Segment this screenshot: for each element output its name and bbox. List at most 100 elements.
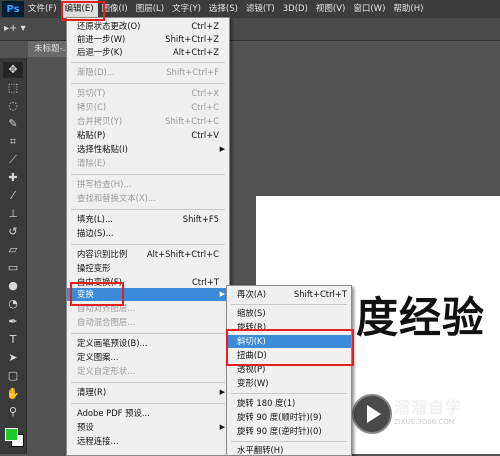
menu-item-label: 远程连接... (77, 436, 119, 446)
menu-item-shortcut: Ctrl+V (191, 130, 219, 140)
menu-view[interactable]: 视图(V) (312, 0, 349, 18)
menubar: Ps 文件(F) 编辑(E) 图像(I) 图层(L) 文字(Y) 选择(S) 滤… (0, 0, 500, 18)
menu-item-clear[interactable]: 清除(E) (67, 157, 229, 170)
menu-item-warp[interactable]: 变形(W) (227, 377, 351, 390)
menu-item-purge[interactable]: 清理(R) ▶ (67, 386, 229, 399)
menu-item-rotate-180[interactable]: 旋转 180 度(1) (227, 397, 351, 410)
menu-item-step-backward[interactable]: 后退一步(K) Alt+Ctrl+Z (67, 46, 229, 59)
menu-item-undo[interactable]: 还原状态更改(O) Ctrl+Z (67, 20, 229, 33)
submenu-arrow-icon: ▶ (219, 423, 225, 431)
menu-item-stroke[interactable]: 描边(S)... (67, 227, 229, 240)
menu-item-define-custom-shape[interactable]: 定义自定形状... (67, 365, 229, 378)
menu-help[interactable]: 帮助(H) (389, 0, 427, 18)
menu-item-scale[interactable]: 缩放(S) (227, 307, 351, 320)
menu-item-paste[interactable]: 粘贴(P) Ctrl+V (67, 129, 229, 142)
dodge-tool-icon[interactable]: ◔ (3, 296, 23, 312)
menu-window[interactable]: 窗口(W) (349, 0, 389, 18)
menu-item-rotate-90-ccw[interactable]: 旋转 90 度(逆时针)(0) (227, 425, 351, 438)
menu-item-shortcut: Ctrl+C (191, 102, 219, 112)
menu-item-rotate[interactable]: 旋转(R) (227, 321, 351, 334)
menu-item-label: 变形(W) (237, 378, 269, 388)
menu-item-label: 内容识别比例 (77, 249, 128, 259)
menu-item-label: 选择性粘贴(I) (77, 144, 128, 154)
menu-item-label: 自动混合图层... (77, 317, 136, 327)
clone-stamp-tool-icon[interactable]: ⊥ (3, 206, 23, 222)
zoom-tool-icon[interactable]: ⚲ (3, 404, 23, 420)
eraser-tool-icon[interactable]: ▱ (3, 242, 23, 258)
menu-item-label: 自动对齐图层... (77, 303, 136, 313)
menu-item-fill[interactable]: 填充(L)... Shift+F5 (67, 213, 229, 226)
menu-item-perspective[interactable]: 透视(P) (227, 363, 351, 376)
menu-item-label: 缩放(S) (237, 308, 266, 318)
menu-item-skew[interactable]: 斜切(K) (227, 335, 351, 348)
hand-tool-icon[interactable]: ✋ (3, 386, 23, 402)
menu-edit[interactable]: 编辑(E) (60, 0, 98, 18)
path-selection-tool-icon[interactable]: ➤ (3, 350, 23, 366)
gradient-tool-icon[interactable]: ▭ (3, 260, 23, 276)
menu-separator (71, 403, 225, 404)
menu-type[interactable]: 文字(Y) (168, 0, 205, 18)
menu-item-copy-merged[interactable]: 合并拷贝(Y) Shift+Ctrl+C (67, 115, 229, 128)
brush-tool-icon[interactable]: ⁄ (3, 188, 23, 204)
menu-item-puppet-warp[interactable]: 操控变形 (67, 262, 229, 275)
menu-item-remote-connections[interactable]: 远程连接... (67, 435, 229, 448)
menu-select[interactable]: 选择(S) (205, 0, 242, 18)
menu-image[interactable]: 图像(I) (98, 0, 132, 18)
menu-file[interactable]: 文件(F) (24, 0, 61, 18)
menu-item-fade[interactable]: 渐隐(D)... Shift+Ctrl+F (67, 66, 229, 79)
submenu-arrow-icon: ▶ (219, 388, 225, 396)
menu-separator (71, 333, 225, 334)
menu-item-distort[interactable]: 扭曲(D) (227, 349, 351, 362)
quick-select-tool-icon[interactable]: ✎ (3, 116, 23, 132)
menu-item-spell-check[interactable]: 拼写检查(H)... (67, 178, 229, 191)
menu-filter[interactable]: 滤镜(T) (242, 0, 279, 18)
menu-item-adobe-pdf-presets[interactable]: Adobe PDF 预设... (67, 407, 229, 420)
history-brush-tool-icon[interactable]: ↺ (3, 224, 23, 240)
menu-item-presets[interactable]: 预设 ▶ (67, 421, 229, 434)
menu-item-label: 粘贴(P) (77, 130, 106, 140)
menu-item-label: 清理(R) (77, 387, 107, 397)
menu-item-label: 扭曲(D) (237, 350, 267, 360)
marquee-tool-icon[interactable]: ⬚ (3, 80, 23, 96)
edit-menu: 还原状态更改(O) Ctrl+Z 前进一步(W) Shift+Ctrl+Z 后退一步… (66, 17, 230, 456)
pen-tool-icon[interactable]: ✒ (3, 314, 23, 330)
menu-3d[interactable]: 3D(D) (279, 0, 312, 18)
menu-separator (71, 62, 225, 63)
type-tool-icon[interactable]: T (3, 332, 23, 348)
menu-item-shortcut: Ctrl+X (191, 88, 219, 98)
menu-item-label: 旋转(R) (237, 322, 267, 332)
eyedropper-tool-icon[interactable]: ⟋ (3, 152, 23, 168)
menu-item-transform[interactable]: 变换 ▶ (67, 288, 229, 301)
lasso-tool-icon[interactable]: ◌ (3, 98, 23, 114)
move-tool-icon[interactable]: ✥ (3, 62, 23, 78)
menu-item-shortcut: Alt+Ctrl+Z (172, 47, 219, 57)
menu-item-label: 定义画笔预设(B)... (77, 338, 148, 348)
tool-preset-picker[interactable]: ▸+ ▾ (4, 21, 36, 37)
menu-item-define-pattern[interactable]: 定义图案... (67, 351, 229, 364)
watermark-url: ZIXUE.3D66.COM (394, 418, 455, 426)
crop-tool-icon[interactable]: ⌗ (3, 134, 23, 150)
menu-item-flip-horizontal[interactable]: 水平翻转(H) (227, 444, 351, 455)
menu-item-label: 合并拷贝(Y) (77, 116, 123, 126)
menu-separator (71, 382, 225, 383)
menu-item-again[interactable]: 再次(A) Shift+Ctrl+T (227, 288, 351, 301)
menu-item-shortcut: Ctrl+Z (191, 21, 219, 31)
healing-brush-tool-icon[interactable]: ✚ (3, 170, 23, 186)
menu-item-paste-special[interactable]: 选择性粘贴(I) ▶ (67, 143, 229, 156)
blur-tool-icon[interactable]: ● (3, 278, 23, 294)
shape-tool-icon[interactable]: ▢ (3, 368, 23, 384)
menu-item-copy[interactable]: 拷贝(C) Ctrl+C (67, 101, 229, 114)
menu-item-auto-align-layers[interactable]: 自动对齐图层... (67, 302, 229, 315)
menu-item-auto-blend-layers[interactable]: 自动混合图层... (67, 316, 229, 329)
menu-item-rotate-90-cw[interactable]: 旋转 90 度(顺时针)(9) (227, 411, 351, 424)
menu-item-content-aware-scale[interactable]: 内容识别比例 Alt+Shift+Ctrl+C (67, 248, 229, 261)
menu-item-find-replace[interactable]: 查找和替换文本(X)... (67, 192, 229, 205)
foreground-color-swatch[interactable] (5, 428, 18, 441)
menu-item-define-brush[interactable]: 定义画笔预设(B)... (67, 337, 229, 350)
menu-item-label: 前进一步(W) (77, 34, 126, 44)
menu-item-cut[interactable]: 剪切(T) Ctrl+X (67, 87, 229, 100)
menu-item-step-forward[interactable]: 前进一步(W) Shift+Ctrl+Z (67, 33, 229, 46)
menu-separator (71, 83, 225, 84)
menu-item-label: 还原状态更改(O) (77, 21, 141, 31)
menu-layer[interactable]: 图层(L) (132, 0, 168, 18)
